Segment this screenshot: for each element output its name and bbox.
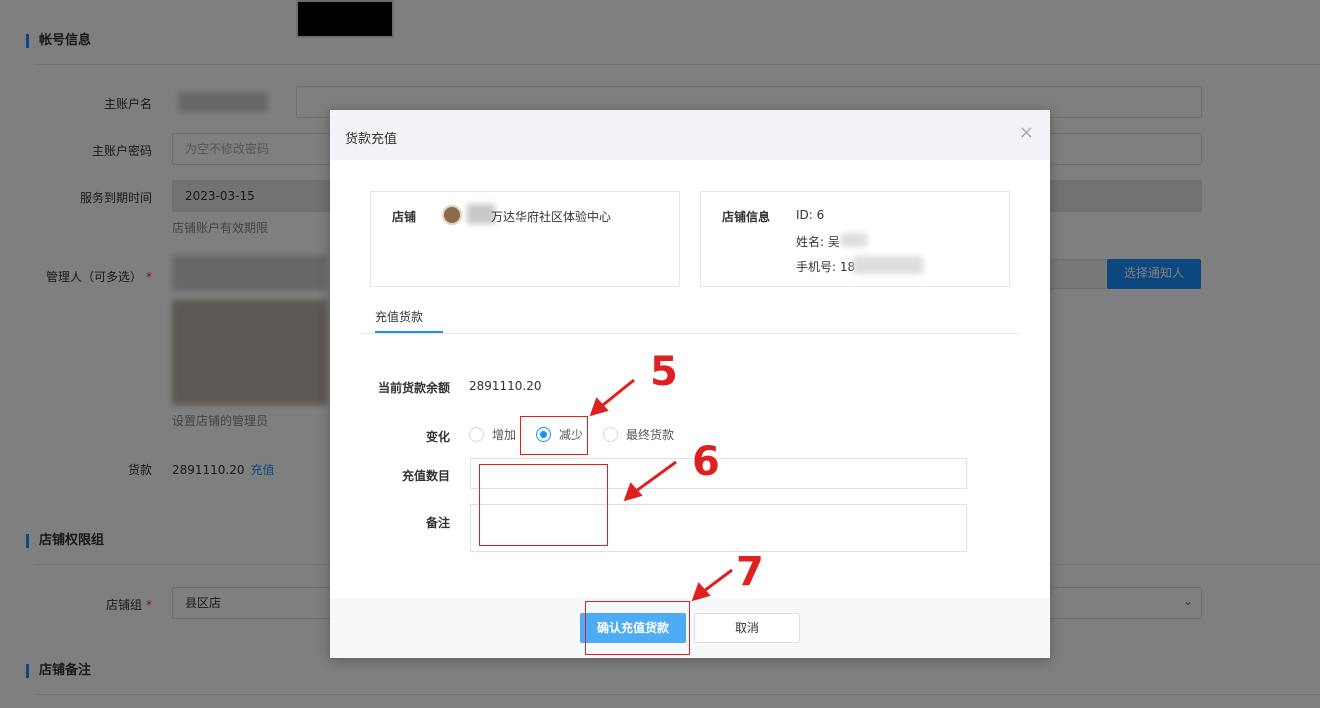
radio-circle-icon <box>469 427 484 442</box>
shop-card: 店铺 万达华府社区体验中心 <box>370 191 680 287</box>
annotation-number-6: 6 <box>692 439 720 485</box>
annotation-box-decrease <box>520 416 588 455</box>
tab-recharge[interactable]: 充值货款 <box>375 308 423 325</box>
owner-name: 姓名: 吴 <box>796 235 840 249</box>
shop-avatar <box>442 205 462 225</box>
tab-divider <box>361 333 1019 334</box>
blurred-owner-name <box>841 233 867 247</box>
annotation-number-5: 5 <box>650 349 678 395</box>
amount-label: 充值数目 <box>401 469 450 483</box>
modal-title: 货款充值 <box>345 132 398 147</box>
shop-info-card: 店铺信息 ID: 6 姓名: 吴 手机号: 18 <box>700 191 1010 287</box>
close-icon[interactable]: × <box>1019 124 1034 142</box>
change-label: 变化 <box>425 430 450 444</box>
radio-increase[interactable]: 增加 <box>469 426 516 443</box>
shop-info-label: 店铺信息 <box>722 210 771 224</box>
shop-id: ID: 6 <box>796 208 825 222</box>
shop-name: 万达华府社区体验中心 <box>491 210 612 224</box>
remark-label: 备注 <box>425 516 450 530</box>
modal-footer <box>330 598 1050 658</box>
owner-phone: 手机号: 18 <box>796 260 856 274</box>
cancel-button[interactable]: 取消 <box>694 613 800 643</box>
balance-label: 当前货款余额 <box>377 381 450 395</box>
recharge-modal: 货款充值 × 店铺 万达华府社区体验中心 店铺信息 ID: 6 姓名: 吴 手机… <box>330 110 1050 658</box>
annotation-box-inputs <box>479 464 608 546</box>
radio-final-amount[interactable]: 最终货款 <box>603 426 674 443</box>
balance-value: 2891110.20 <box>469 379 542 393</box>
annotation-number-7: 7 <box>736 549 764 595</box>
radio-circle-icon <box>603 427 618 442</box>
blurred-owner-phone <box>853 256 923 274</box>
modal-header: 货款充值 × <box>330 110 1050 160</box>
annotation-box-confirm <box>585 601 690 655</box>
shop-label: 店铺 <box>392 210 417 224</box>
